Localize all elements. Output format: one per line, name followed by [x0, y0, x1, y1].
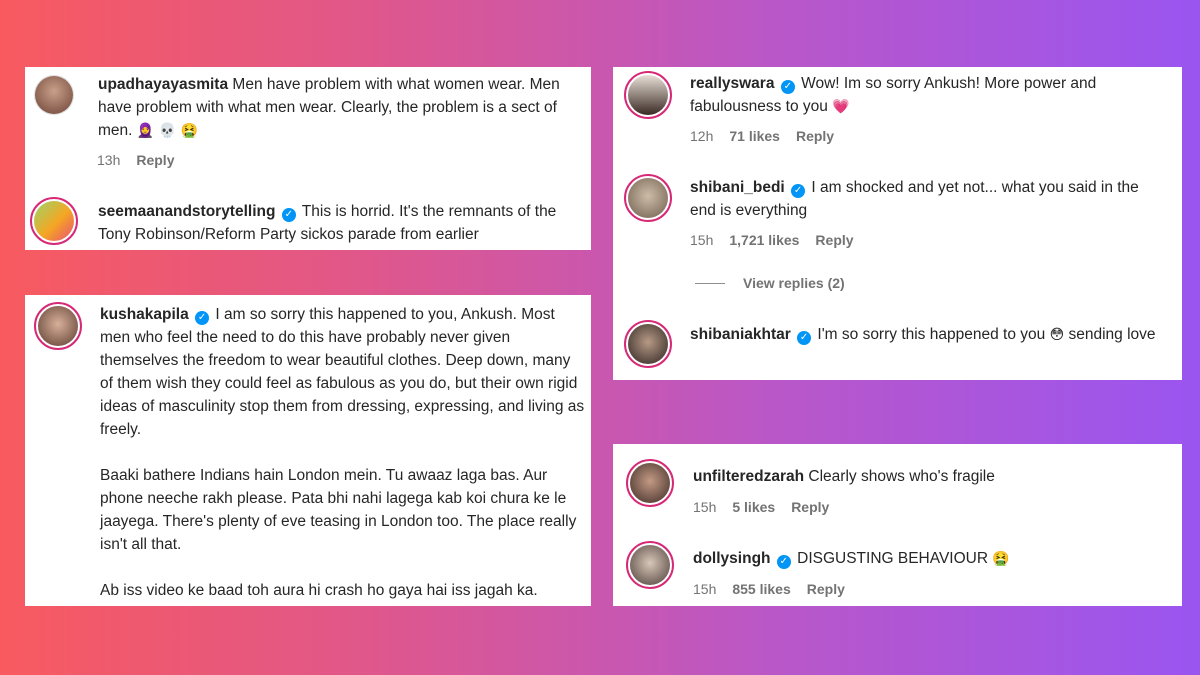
comment-text-p2: Baaki bathere Indians hain London mein. … — [100, 467, 577, 553]
comments-card-bottom-right: unfilteredzarah Clearly shows who's frag… — [613, 444, 1182, 606]
reply-button[interactable]: Reply — [815, 232, 853, 248]
comments-card-top-left: upadhayayasmita Men have problem with wh… — [25, 67, 591, 250]
username-upadhayayasmita[interactable]: upadhayayasmita — [98, 76, 228, 93]
comment-meta: 15h 1,721 likes Reply — [690, 232, 870, 248]
likes-count[interactable]: 855 likes — [732, 581, 790, 597]
comment-meta: 13h Reply — [97, 152, 190, 168]
comment-kushakapila: kushakapila ✓ I am so sorry this happene… — [100, 303, 585, 602]
verified-badge-icon: ✓ — [797, 331, 812, 345]
reply-button[interactable]: Reply — [136, 152, 174, 168]
reply-button[interactable]: Reply — [791, 499, 829, 515]
comment-text-p1: I am so sorry this happened to you, Anku… — [100, 306, 585, 438]
comment-reallyswara: reallyswara ✓ Wow! Im so sorry Ankush! M… — [690, 72, 1160, 119]
avatar-reallyswara[interactable] — [624, 71, 672, 119]
username-reallyswara[interactable]: reallyswara — [690, 75, 774, 92]
timestamp: 15h — [693, 499, 717, 515]
comment-shibani-bedi: shibani_bedi ✓ I am shocked and yet not.… — [690, 176, 1160, 222]
comment-text: Clearly shows who's fragile — [808, 468, 995, 485]
comment-unfilteredzarah: unfilteredzarah Clearly shows who's frag… — [693, 465, 1163, 488]
comment-text: I'm so sorry this happened to you — [817, 326, 1046, 343]
comments-card-top-right: reallyswara ✓ Wow! Im so sorry Ankush! M… — [613, 67, 1182, 380]
avatar-unfilteredzarah[interactable] — [626, 459, 674, 507]
verified-badge-icon: ✓ — [281, 208, 296, 222]
divider-line — [695, 283, 725, 284]
reply-button[interactable]: Reply — [807, 581, 845, 597]
username-kushakapila[interactable]: kushakapila — [100, 306, 189, 323]
avatar-shibaniakhtar[interactable] — [624, 320, 672, 368]
vomit-emoji-icon: 🤮 — [992, 551, 1010, 567]
username-shibaniakhtar[interactable]: shibaniakhtar — [690, 326, 791, 343]
comment-text: DISGUSTING BEHAVIOUR — [797, 550, 989, 567]
username-shibani-bedi[interactable]: shibani_bedi — [690, 179, 785, 196]
likes-count[interactable]: 5 likes — [732, 499, 775, 515]
username-dollysingh[interactable]: dollysingh — [693, 550, 771, 567]
comment-dollysingh: dollysingh ✓ DISGUSTING BEHAVIOUR 🤮 — [693, 547, 1163, 571]
comment-shibaniakhtar: shibaniakhtar ✓ I'm so sorry this happen… — [690, 323, 1174, 347]
comment-seemaanandstorytelling: seemaanandstorytelling ✓ This is horrid.… — [98, 200, 578, 246]
comments-card-bottom-left: kushakapila ✓ I am so sorry this happene… — [25, 295, 591, 606]
verified-badge-icon: ✓ — [791, 184, 806, 198]
comment-text-p3: Ab iss video ke baad toh aura hi crash h… — [100, 582, 538, 599]
timestamp: 15h — [690, 232, 714, 248]
verified-badge-icon: ✓ — [195, 311, 210, 325]
username-seemaanandstorytelling[interactable]: seemaanandstorytelling — [98, 203, 275, 220]
avatar-dollysingh[interactable] — [626, 541, 674, 589]
avatar-shibani-bedi[interactable] — [624, 174, 672, 222]
username-unfilteredzarah[interactable]: unfilteredzarah — [693, 468, 804, 485]
timestamp: 15h — [693, 581, 717, 597]
timestamp: 12h — [690, 128, 714, 144]
comment-meta: 12h 71 likes Reply — [690, 128, 850, 144]
timestamp: 13h — [97, 152, 121, 168]
comment-meta: 15h 855 likes Reply — [693, 581, 861, 597]
comment-upadhayayasmita: upadhayayasmita Men have problem with wh… — [98, 73, 578, 143]
comment-meta: 15h 5 likes Reply — [693, 499, 845, 515]
reply-button[interactable]: Reply — [796, 128, 834, 144]
comment-text-2: sending love — [1068, 326, 1156, 343]
flushed-emoji-icon: 😳 — [1049, 327, 1065, 343]
verified-badge-icon: ✓ — [780, 80, 795, 94]
view-replies-button[interactable]: View replies (2) — [695, 275, 845, 291]
heart-emoji-icon: 💗 — [832, 99, 850, 115]
likes-count[interactable]: 71 likes — [729, 128, 780, 144]
emoji-group: 🧕 💀 🤮 — [136, 123, 198, 139]
likes-count[interactable]: 1,721 likes — [729, 232, 799, 248]
verified-badge-icon: ✓ — [776, 555, 791, 569]
avatar-seemaanandstorytelling[interactable] — [30, 197, 78, 245]
avatar-kushakapila[interactable] — [34, 302, 82, 350]
avatar-upadhayayasmita[interactable] — [34, 75, 74, 115]
